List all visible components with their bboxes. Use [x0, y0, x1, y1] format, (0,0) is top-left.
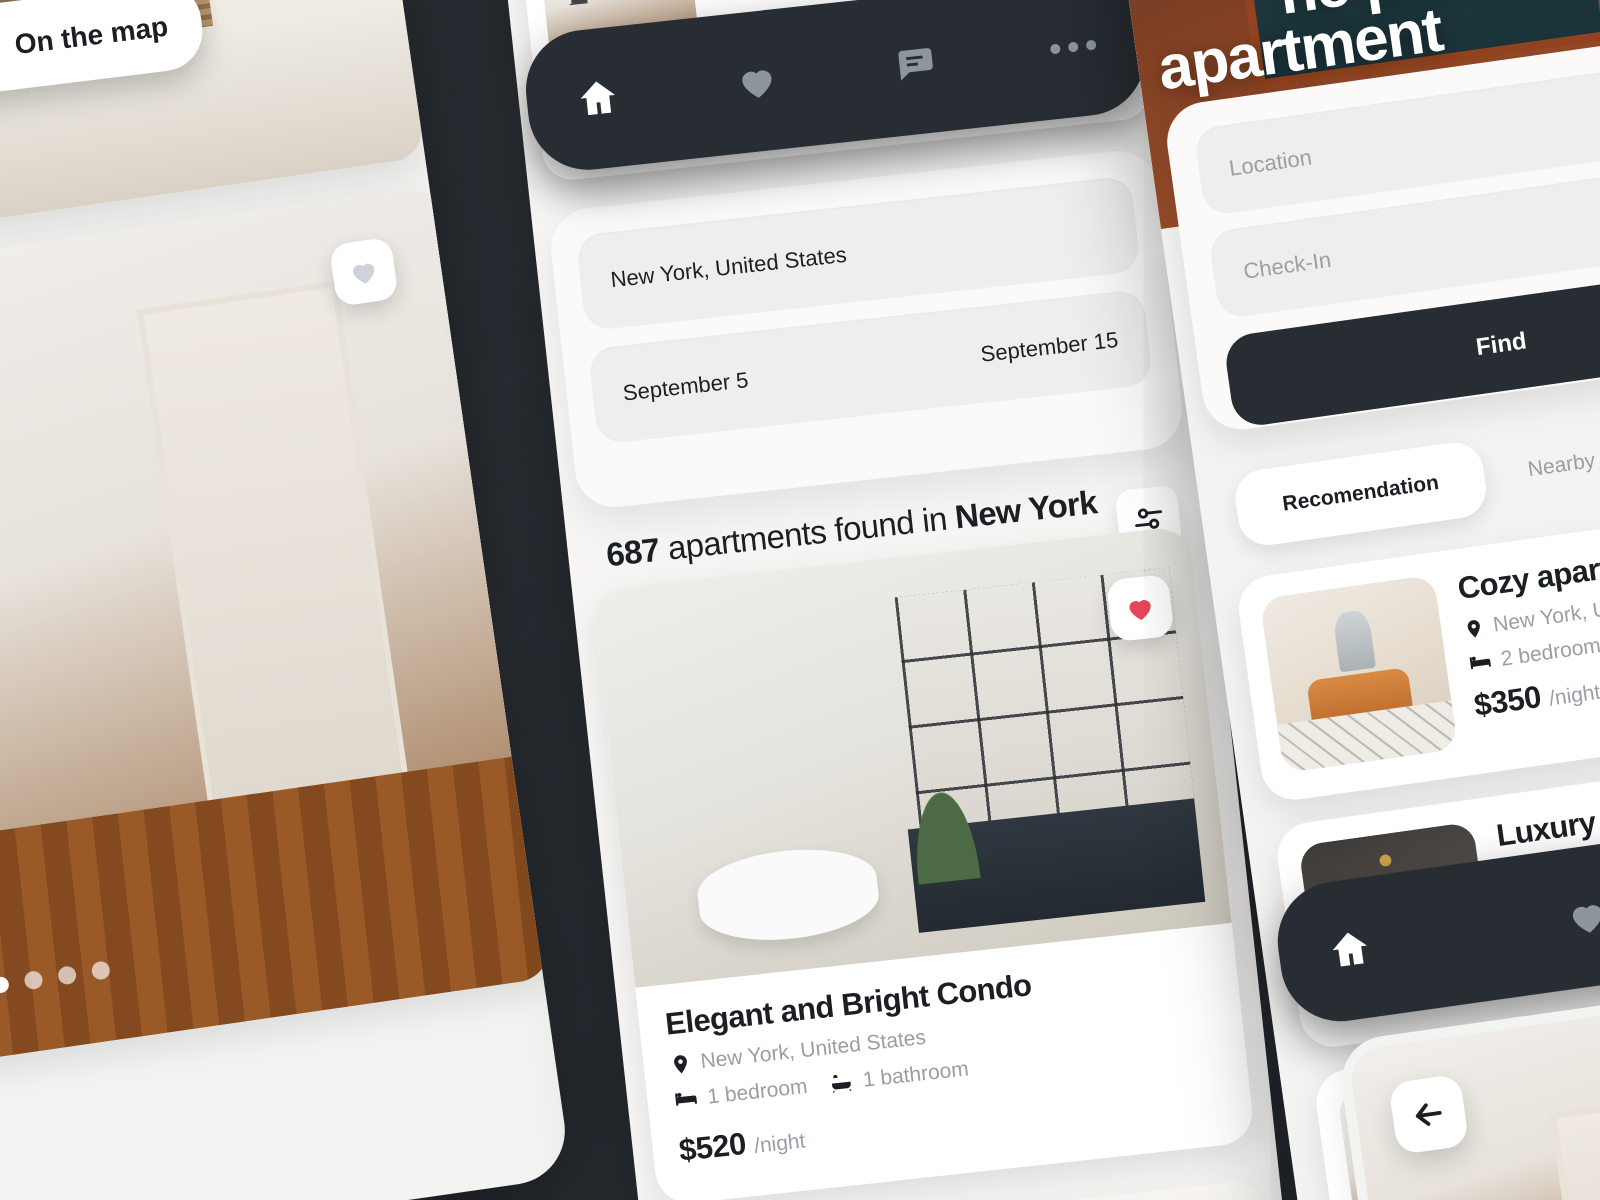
more-icon [1067, 41, 1079, 53]
left-photo-card-2[interactable] [0, 185, 554, 1080]
center-listing-card[interactable]: Elegant and Bright Condo New York, Unite… [592, 525, 1256, 1200]
carousel-dot[interactable] [56, 965, 78, 986]
bed-icon [1469, 656, 1492, 670]
favorite-button[interactable] [328, 236, 399, 307]
listing-photo [0, 185, 554, 1080]
more-icon [1049, 43, 1061, 55]
carousel-dot[interactable] [90, 960, 111, 981]
nav-item-home[interactable] [573, 73, 624, 124]
location-pin-icon [674, 1055, 687, 1074]
heart-icon [1572, 905, 1600, 933]
check-in-placeholder: Check-In [1241, 246, 1333, 284]
nav-item-favorites[interactable] [733, 57, 781, 105]
listing-title: Luxury Times Squ [1494, 782, 1600, 854]
results-count: 687 [604, 530, 662, 574]
arrow-left-icon [1415, 1103, 1442, 1126]
nav-item-home[interactable] [1324, 924, 1376, 976]
bed-icon [675, 1092, 698, 1106]
more-icon [1085, 39, 1097, 51]
nav-item-more[interactable] [1049, 39, 1097, 55]
home-icon [580, 81, 615, 116]
results-city: New York [953, 483, 1099, 536]
center-search-panel: New York, United States September 5 Sept… [547, 146, 1186, 512]
chat-icon [898, 48, 934, 81]
nav-item-favorites[interactable] [1563, 892, 1600, 942]
back-button[interactable] [1388, 1073, 1470, 1156]
carousel-dot[interactable] [23, 969, 44, 991]
check-out-value: September 15 [979, 326, 1120, 367]
location-pin-icon [1467, 619, 1480, 638]
favorite-button[interactable] [1106, 573, 1175, 643]
home-icon [1332, 932, 1367, 967]
bedroom-meta: 1 bedroom [672, 1074, 809, 1113]
on-the-map-label: On the map [13, 10, 170, 61]
location-placeholder: Location [1227, 144, 1314, 181]
mockup-stage: bedroom 1 bathroom $520 /night [0, 0, 1600, 1200]
heart-icon [1129, 600, 1151, 621]
bathtub-icon [832, 1074, 852, 1093]
left-screen: bedroom 1 bathroom $520 /night [0, 0, 572, 1200]
bedroom-meta: 2 bedroom [1467, 634, 1600, 676]
heart-icon [353, 263, 375, 284]
nav-item-messages[interactable] [890, 40, 938, 88]
tab-recomendation[interactable]: Recomendation [1231, 438, 1490, 549]
location-value: New York, United States [609, 241, 848, 293]
tab-nearby[interactable]: Nearby [1526, 449, 1596, 482]
listing-thumbnail [1259, 574, 1459, 774]
find-button-label: Find [1474, 327, 1529, 362]
right-listing-card-1[interactable]: Cozy apartment in t New York, United Sta… [1234, 496, 1600, 805]
bathroom-meta: 1 bathroom [828, 1056, 970, 1096]
check-in-value: September 5 [621, 367, 750, 406]
listing-title: Cozy apartment in t [1455, 533, 1600, 607]
heart-icon [741, 70, 772, 98]
phone-mockup-left: bedroom 1 bathroom $520 /night [0, 0, 572, 1200]
